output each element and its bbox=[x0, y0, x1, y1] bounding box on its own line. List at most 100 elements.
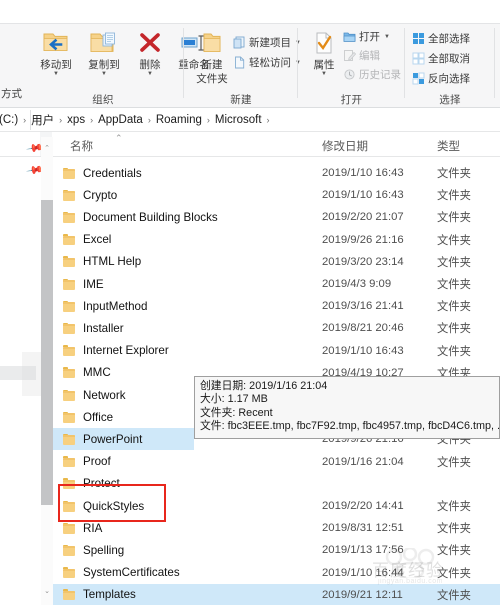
file-type-cell: 文件夹 bbox=[437, 279, 471, 291]
group-separator bbox=[494, 28, 495, 98]
file-modified-cell: 2019/9/21 12:11 bbox=[322, 588, 403, 601]
breadcrumb-separator[interactable]: › bbox=[86, 115, 97, 125]
vertical-scrollbar[interactable]: ⌃ ⌄ bbox=[41, 137, 53, 605]
file-name-cell: Spelling bbox=[83, 543, 125, 557]
file-name-cell: SystemCertificates bbox=[83, 566, 180, 580]
new-item-icon bbox=[232, 36, 246, 50]
copy-to-icon bbox=[80, 28, 128, 58]
file-name-cell: MMC bbox=[83, 366, 111, 380]
file-modified-cell: 2019/2/20 21:07 bbox=[322, 211, 404, 224]
select-all-label: 全部选择 bbox=[428, 33, 470, 45]
new-item-label: 新建项目 bbox=[249, 37, 291, 49]
properties-button[interactable]: 属性 ▼ bbox=[300, 28, 348, 77]
breadcrumb-item-2[interactable]: xps bbox=[66, 114, 86, 126]
breadcrumb-separator[interactable]: › bbox=[55, 115, 66, 125]
file-modified-cell: 2019/4/3 9:09 bbox=[322, 278, 392, 290]
folder-icon bbox=[63, 544, 75, 556]
breadcrumb-separator[interactable]: › bbox=[19, 115, 30, 125]
select-none-button[interactable]: 全部取消 bbox=[411, 50, 470, 67]
column-header-type[interactable]: 类型 bbox=[437, 138, 460, 154]
file-type-cell: 文件夹 bbox=[437, 212, 471, 225]
file-name-cell: Network bbox=[83, 388, 126, 402]
invert-selection-button[interactable]: 反向选择 bbox=[411, 70, 470, 87]
folder-icon bbox=[63, 278, 75, 290]
address-bar[interactable]: (C:) › 用户 › xps › AppData › Roaming › Microsoft › bbox=[0, 108, 500, 132]
table-row[interactable]: HTML Help 2019/3/20 23:14 文件夹 bbox=[53, 251, 500, 273]
delete-icon bbox=[126, 28, 174, 58]
file-type-cell: 文件夹 bbox=[437, 456, 471, 469]
delete-button[interactable]: 删除 ▼ bbox=[126, 28, 174, 77]
folder-icon bbox=[63, 189, 75, 201]
copy-to-button[interactable]: 复制到 ▼ bbox=[80, 28, 128, 77]
table-row[interactable]: Internet Explorer 2019/1/10 16:43 文件夹 bbox=[53, 340, 500, 362]
new-folder-icon bbox=[188, 28, 236, 58]
breadcrumb-separator[interactable]: › bbox=[144, 115, 155, 125]
breadcrumb[interactable]: (C:) › 用户 › xps › AppData › Roaming › Microsoft › bbox=[0, 112, 274, 128]
breadcrumb-separator[interactable]: › bbox=[263, 115, 274, 125]
open-caret[interactable]: ▼ bbox=[384, 34, 390, 40]
sort-ascending-icon: ⌃ bbox=[115, 133, 123, 143]
table-row[interactable]: Proof 2019/1/16 21:04 文件夹 bbox=[53, 451, 500, 473]
ribbon-group-organize-label: 组织 bbox=[92, 94, 114, 106]
table-row[interactable]: Credentials 2019/1/10 16:43 文件夹 bbox=[53, 162, 500, 184]
select-all-icon bbox=[411, 32, 425, 46]
folder-icon bbox=[63, 211, 75, 223]
move-to-icon bbox=[32, 28, 80, 58]
breadcrumb-separator[interactable]: › bbox=[203, 115, 214, 125]
history-button: 历史记录 bbox=[342, 66, 401, 83]
scroll-up-arrow[interactable]: ⌃ bbox=[41, 141, 53, 154]
file-type-cell: 文件夹 bbox=[437, 589, 471, 602]
easy-access-button[interactable]: 轻松访问 ▼ bbox=[232, 54, 301, 71]
table-row[interactable]: Crypto 2019/1/10 16:43 文件夹 bbox=[53, 184, 500, 206]
table-row[interactable]: Document Building Blocks 2019/2/20 21:07 文… bbox=[53, 206, 500, 228]
select-all-button[interactable]: 全部选择 bbox=[411, 30, 470, 47]
column-header-modified[interactable]: 修改日期 bbox=[322, 138, 368, 154]
folder-icon bbox=[63, 322, 75, 334]
file-modified-cell: 2019/1/10 16:43 bbox=[322, 189, 404, 202]
table-row[interactable]: Templates 2019/9/21 12:11 文件夹 bbox=[53, 583, 500, 605]
ribbon-group-select-label: 选择 bbox=[439, 94, 461, 106]
file-type-cell: 文件夹 bbox=[437, 523, 471, 536]
column-header-bar: 名称 ⌃ 修改日期 类型 bbox=[0, 132, 500, 157]
breadcrumb-item-1[interactable]: 用户 bbox=[30, 112, 55, 128]
move-to-button[interactable]: 移动到 ▼ bbox=[32, 28, 80, 77]
table-row[interactable]: InputMethod 2019/3/16 21:41 文件夹 bbox=[53, 295, 500, 317]
new-folder-button[interactable]: 新建 文件夹 bbox=[188, 28, 236, 85]
easy-access-icon bbox=[232, 56, 246, 70]
file-modified-cell: 2019/8/31 12:51 bbox=[322, 522, 404, 535]
folder-icon bbox=[63, 411, 75, 423]
move-to-caret[interactable]: ▼ bbox=[32, 71, 80, 77]
table-row[interactable]: Installer 2019/8/21 20:46 文件夹 bbox=[53, 317, 500, 339]
folder-tooltip: 创建日期: 2019/1/16 21:04 大小: 1.17 MB 文件夹: R… bbox=[194, 376, 500, 439]
breadcrumb-item-5[interactable]: Microsoft bbox=[214, 114, 263, 126]
folder-icon bbox=[63, 256, 75, 268]
folder-icon bbox=[63, 167, 75, 179]
select-none-label: 全部取消 bbox=[428, 53, 470, 65]
folder-icon bbox=[63, 345, 75, 357]
breadcrumb-item-3[interactable]: AppData bbox=[97, 114, 144, 126]
file-modified-cell: 2019/2/20 14:41 bbox=[322, 500, 404, 512]
file-type-cell: 文件夹 bbox=[437, 234, 471, 247]
delete-caret[interactable]: ▼ bbox=[126, 71, 174, 77]
properties-caret[interactable]: ▼ bbox=[300, 71, 348, 77]
annotation-highlight-box bbox=[58, 484, 166, 522]
column-header-name[interactable]: 名称 bbox=[70, 138, 93, 154]
breadcrumb-item-4[interactable]: Roaming bbox=[155, 114, 203, 126]
history-label: 历史记录 bbox=[359, 69, 401, 81]
file-name-cell: Internet Explorer bbox=[83, 344, 169, 358]
scrollbar-thumb[interactable] bbox=[41, 200, 53, 505]
file-name-cell: Installer bbox=[83, 321, 124, 335]
properties-icon bbox=[300, 28, 348, 58]
tooltip-created-date: 创建日期: 2019/1/16 21:04 bbox=[200, 380, 328, 392]
table-row[interactable]: IME 2019/4/3 9:09 文件夹 bbox=[53, 273, 500, 295]
table-row[interactable]: Excel 2019/9/26 21:16 文件夹 bbox=[53, 229, 500, 251]
copy-to-caret[interactable]: ▼ bbox=[80, 71, 128, 77]
ribbon-group-new-label: 新建 bbox=[230, 94, 252, 106]
file-name-cell: Office bbox=[83, 410, 114, 424]
new-item-button[interactable]: 新建项目 ▼ bbox=[232, 34, 301, 51]
breadcrumb-item-0[interactable]: (C:) bbox=[0, 114, 19, 126]
open-button[interactable]: 打开 ▼ bbox=[342, 28, 390, 45]
file-name-cell: PowerPoint bbox=[83, 432, 143, 446]
file-name-cell: Crypto bbox=[83, 188, 118, 202]
scroll-down-arrow[interactable]: ⌄ bbox=[41, 584, 53, 597]
